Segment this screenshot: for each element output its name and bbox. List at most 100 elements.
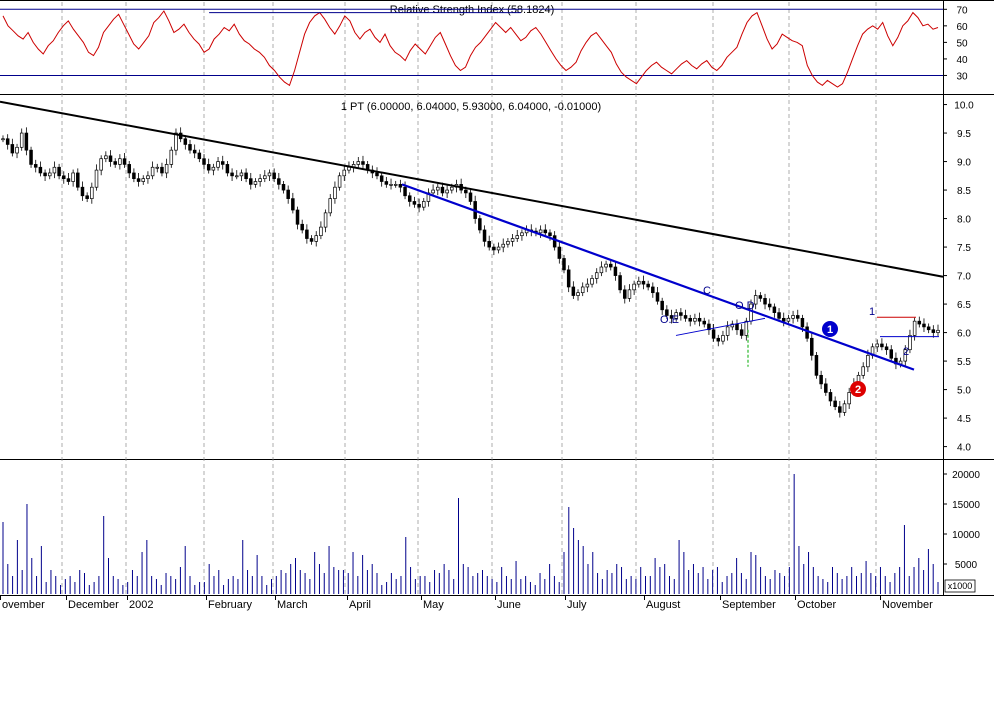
- candle-body: [786, 317, 791, 322]
- candle-body: [805, 326, 809, 339]
- candle-body: [300, 223, 304, 231]
- candle-body: [566, 269, 571, 288]
- candle-body: [118, 158, 122, 165]
- rsi-tick-label: 60: [956, 22, 968, 33]
- candle-body: [445, 189, 449, 194]
- candle-body: [833, 400, 837, 408]
- candle-body: [174, 132, 178, 151]
- candle-body: [641, 280, 646, 285]
- candle-body: [557, 246, 562, 259]
- price-tick-label: 6.5: [957, 300, 971, 311]
- volume-unit-label: x1000: [948, 581, 973, 591]
- candle-body: [295, 209, 300, 225]
- x-month-label: February: [208, 599, 253, 611]
- price-axis-ticks: 4.0 4.5 5.0 5.5 6.0 6.5 7.0 7.5 8.0 8.5 9.0 9.5 10.0: [943, 101, 974, 454]
- price-annotations: O.E C O.D 1 2 1 2: [660, 285, 909, 397]
- candle-body: [608, 263, 613, 268]
- candle-body: [29, 149, 33, 165]
- panel-frames: [0, 0, 994, 596]
- candle-body: [52, 166, 57, 174]
- candle-body: [146, 175, 150, 180]
- candle-body: [651, 286, 655, 294]
- candle-body: [599, 266, 604, 274]
- candle-body: [866, 355, 870, 368]
- candle-body: [702, 320, 707, 325]
- candle-body: [931, 329, 936, 333]
- x-month-label: August: [646, 599, 680, 611]
- candle-body: [922, 323, 926, 328]
- candle-body: [244, 172, 248, 180]
- x-month-label: October: [797, 599, 836, 611]
- candle-body: [838, 406, 842, 413]
- x-month-label: March: [277, 599, 308, 611]
- candle-body: [482, 229, 487, 242]
- annotation-c: C: [703, 285, 711, 297]
- candle-body: [861, 366, 865, 376]
- candle-body: [795, 315, 800, 319]
- candle-body: [487, 241, 491, 248]
- price-tick-label: 7.5: [957, 243, 971, 254]
- candle-body: [347, 166, 351, 171]
- candle-body: [791, 315, 795, 319]
- candle-body: [571, 286, 576, 296]
- price-tick-label: 4.0: [957, 443, 971, 454]
- candle-body: [141, 178, 146, 182]
- candle-body: [520, 232, 524, 237]
- candle-body: [375, 172, 379, 177]
- candle-body: [421, 201, 426, 208]
- candle-body: [314, 235, 318, 242]
- candle-body: [889, 349, 894, 359]
- candle-body: [623, 289, 627, 299]
- candle-body: [758, 295, 763, 299]
- x-month-label: September: [722, 599, 776, 611]
- candle-body: [211, 166, 216, 171]
- candle-body: [403, 186, 407, 197]
- candle-body: [604, 263, 608, 268]
- x-month-label: December: [68, 599, 119, 611]
- candle-body: [225, 164, 230, 174]
- candle-body: [1, 138, 5, 141]
- candle-body: [76, 172, 80, 188]
- candle-body: [197, 152, 202, 160]
- candle-body: [43, 172, 47, 177]
- candle-body: [328, 198, 333, 214]
- candle-body: [398, 184, 403, 188]
- candle-body: [132, 172, 136, 180]
- candle-body: [781, 317, 786, 322]
- candle-body: [319, 226, 323, 237]
- candle-body: [57, 166, 61, 177]
- candle-body: [538, 229, 543, 234]
- candle-body: [810, 337, 814, 356]
- candle-body: [683, 315, 688, 319]
- candle-body: [253, 181, 258, 185]
- rsi-tick-label: 50: [956, 38, 968, 49]
- candlesticks: [1, 127, 940, 418]
- candle-body: [613, 266, 618, 276]
- candle-body: [188, 144, 192, 151]
- price-tick-label: 4.5: [957, 414, 971, 425]
- candle-body: [15, 146, 19, 154]
- x-month-label: June: [497, 599, 521, 611]
- candle-body: [291, 198, 295, 211]
- candle-body: [206, 164, 211, 171]
- candle-body: [90, 186, 94, 199]
- candle-body: [828, 392, 833, 402]
- candle-body: [936, 329, 940, 333]
- candle-body: [10, 144, 15, 154]
- candle-body: [216, 161, 220, 168]
- candle-body: [688, 317, 692, 322]
- candle-body: [721, 335, 725, 342]
- price-tick-label: 9.0: [957, 158, 971, 169]
- x-month-label: ovember: [2, 599, 45, 611]
- candle-body: [258, 178, 262, 182]
- candle-body: [800, 317, 805, 328]
- candle-body: [5, 138, 10, 145]
- candle-body: [926, 326, 931, 331]
- rsi-series: [0, 8, 943, 88]
- candle-body: [286, 189, 290, 199]
- rsi-tick-label: 40: [956, 55, 968, 66]
- candle-body: [113, 161, 117, 165]
- candle-body: [716, 337, 721, 342]
- candle-body: [693, 317, 697, 322]
- candle-body: [468, 192, 473, 202]
